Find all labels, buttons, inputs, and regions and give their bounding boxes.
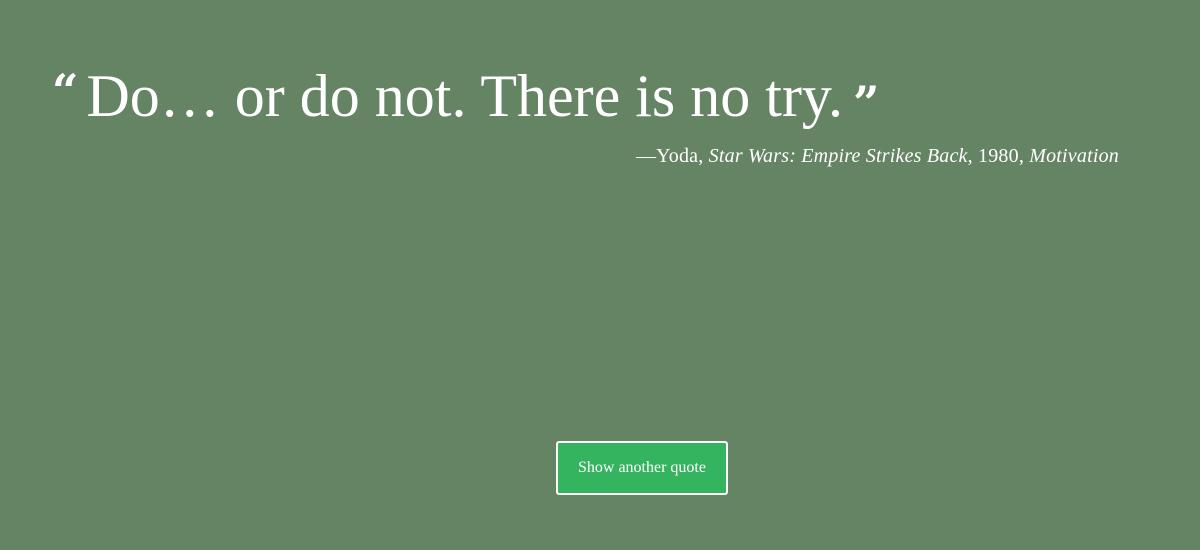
quote-line: “ Do… or do not. There is no try. ” (52, 58, 1122, 134)
attribution-source: Star Wars: Empire Strikes Back (708, 145, 968, 167)
quote-attribution: —Yoda, Star Wars: Empire Strikes Back, 1… (636, 144, 1119, 168)
close-quote-icon: ” (853, 76, 880, 130)
attribution-separator: , (967, 145, 979, 167)
attribution-separator: , (1018, 145, 1030, 167)
attribution-category: Motivation (1029, 145, 1119, 167)
show-another-quote-button[interactable]: Show another quote (556, 441, 728, 495)
quote-text: Do… or do not. There is no try. (86, 63, 844, 129)
attribution-dash: — (635, 145, 657, 167)
attribution-author: Yoda (656, 145, 699, 167)
attribution-separator: , (698, 145, 709, 167)
attribution-year: 1980 (978, 145, 1019, 167)
open-quote-icon: “ (52, 64, 79, 118)
button-wrapper: Show another quote (556, 441, 728, 495)
quote-page: “ Do… or do not. There is no try. ” —Yod… (0, 0, 1200, 550)
quote-block: “ Do… or do not. There is no try. ” (52, 58, 1122, 134)
